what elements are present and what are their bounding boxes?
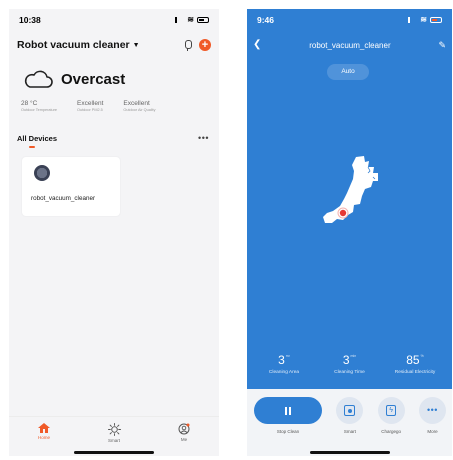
chargego-button[interactable]: ϟ [377,397,405,424]
stat-cleaning-time: 3 min Cleaning Time [334,353,365,375]
status-icons: ≋ [408,16,442,24]
stop-clean-button[interactable] [254,397,322,424]
status-icons: ≋ [175,16,209,24]
smart-icon [344,405,356,416]
edit-icon[interactable]: ✎ [438,40,446,50]
more-icon: ••• [427,405,438,415]
tab-all-devices[interactable]: All Devices [17,134,57,143]
status-time: 9:46 [257,15,275,25]
weather-condition: Overcast [61,70,126,88]
home-indicator [309,451,390,454]
device-header: ❮ robot_vacuum_cleaner ✎ [253,38,446,52]
more-options-icon[interactable]: ••• [198,134,209,143]
status-bar: 10:38 ≋ [9,9,219,31]
smart-button[interactable] [336,397,364,424]
tab-home[interactable]: Home [24,423,64,456]
robot-vacuum-icon [34,165,50,181]
chevron-down-icon: ▼ [132,41,140,49]
stat-cleaning-area: 3 m² Cleaning Area [268,353,300,375]
device-name: robot_vacuum_cleaner [31,195,96,202]
bottom-tab-bar: Home Smart Me [9,416,219,456]
weather-stat-pm25: Excellent Outdoor PM2.5 [77,100,104,112]
microphone-icon[interactable] [183,39,192,51]
active-tab-indicator [29,146,35,148]
home-icon [38,423,50,433]
tab-me[interactable]: Me [164,423,204,456]
mode-button[interactable]: Auto [327,64,369,80]
chargego-control: ϟ Chargego [377,397,405,434]
more-button[interactable]: ••• [418,397,446,424]
status-time: 10:38 [19,15,41,25]
screenshot-stage: 10:38 ≋ Robot vacuum cleaner ▼ + Overcas… [0,0,453,460]
status-bar: 9:46 ≋ [247,9,452,31]
robot-position-dot [339,209,347,217]
more-control: ••• More [418,397,446,434]
home-header: Robot vacuum cleaner ▼ + [17,37,211,53]
weather-stats: 28 °C Outdoor Temperature Excellent Outd… [21,100,209,112]
signal-icon [408,17,417,23]
home-selector[interactable]: Robot vacuum cleaner ▼ [17,39,140,51]
home-title: Robot vacuum cleaner [17,39,130,51]
devices-header: All Devices ••• [17,134,209,144]
pause-icon [285,406,291,415]
weather-summary: Overcast [23,69,125,89]
weather-stat-temperature: 28 °C Outdoor Temperature [21,100,58,112]
smart-control: Smart [336,397,364,434]
weather-stat-air-quality: Excellent Outdoor Air Quality [123,100,156,112]
me-icon [178,423,190,435]
stat-residual-electricity: 85 % Residual Electricity [394,353,436,375]
cleaned-area [323,156,378,223]
cleaning-map [323,156,378,223]
signal-icon [175,17,184,23]
wifi-icon: ≋ [420,15,427,24]
cloud-icon [24,70,53,88]
home-screen: 10:38 ≋ Robot vacuum cleaner ▼ + Overcas… [9,9,219,456]
header-actions: + [183,39,211,51]
control-panel: Stop Clean Smart ϟ Chargego ••• More [247,389,452,456]
add-device-icon[interactable]: + [199,39,211,51]
stop-clean-control: Stop Clean [254,397,322,434]
back-chevron-icon[interactable]: ❮ [253,40,261,50]
device-title: robot_vacuum_cleaner [309,40,391,50]
wifi-icon: ≋ [187,15,194,24]
battery-icon [430,17,442,23]
battery-icon [197,17,209,23]
device-control-screen: 9:46 ≋ ❮ robot_vacuum_cleaner ✎ Auto 3 m [247,9,452,456]
charge-icon: ϟ [386,405,397,416]
device-card[interactable]: robot_vacuum_cleaner [22,157,120,216]
cleaning-stats: 3 m² Cleaning Area 3 min Cleaning Time 8… [247,353,452,375]
home-indicator [74,451,154,454]
sun-icon [107,423,121,436]
